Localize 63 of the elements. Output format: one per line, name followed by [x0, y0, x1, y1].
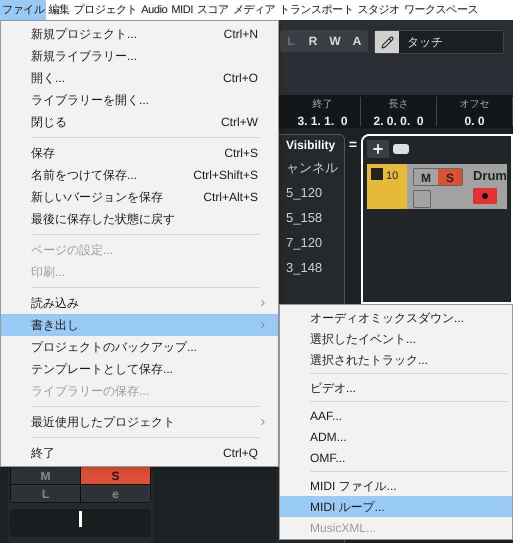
menu-item[interactable]: 終了 Ctrl+Q: [1, 442, 278, 464]
menu-item[interactable]: 書き出し: [1, 314, 278, 336]
menu-item[interactable]: OMF...: [280, 447, 512, 468]
track-list-item[interactable]: 3_148: [286, 255, 344, 280]
mixer-toggle-button[interactable]: L: [11, 485, 80, 502]
menu-item[interactable]: 最近使用したプロジェクト: [1, 411, 278, 433]
menu-bar-item[interactable]: MIDI: [169, 0, 195, 20]
info-value: 2. 0. 0. 0: [373, 113, 424, 130]
menu-bar-item[interactable]: トランスポート: [277, 0, 356, 20]
menu-bar-item[interactable]: Audio: [139, 0, 170, 20]
info-label: オフセ: [460, 98, 490, 112]
menu-item[interactable]: 新しいバージョンを保存 Ctrl+Alt+S: [1, 186, 278, 208]
menu-bar-item[interactable]: スタジオ: [355, 0, 402, 20]
menu-item[interactable]: プロジェクトのバックアップ...: [1, 336, 278, 358]
menu-item[interactable]: 新規プロジェクト... Ctrl+N: [1, 23, 278, 45]
menu-bar-item[interactable]: メディア: [230, 0, 278, 20]
menu-item[interactable]: ライブラリーを開く...: [1, 89, 278, 111]
mixer-toggle-button[interactable]: e: [81, 485, 150, 502]
menu-item[interactable]: MIDI ループ...: [280, 496, 512, 517]
menu-item[interactable]: ビデオ...: [280, 377, 512, 398]
panel-menu-glyph[interactable]: =: [348, 134, 358, 155]
info-value: 0. 0: [464, 113, 484, 130]
automation-button[interactable]: W: [324, 30, 346, 52]
automation-button[interactable]: A: [346, 30, 368, 52]
menu-item[interactable]: MIDI ファイル...: [280, 475, 512, 496]
menu-bar-item[interactable]: ワークスペース: [402, 0, 480, 20]
add-button[interactable]: [367, 140, 390, 158]
menu-bar-item[interactable]: プロジェクト: [72, 0, 140, 20]
menu-item[interactable]: テンプレートとして保存...: [1, 358, 278, 380]
track-list-item[interactable]: 7_120: [286, 230, 344, 255]
plus-icon: [371, 142, 386, 156]
record-button[interactable]: [473, 188, 498, 204]
menu-item[interactable]: 開く... Ctrl+O: [1, 67, 278, 89]
panel-tab[interactable]: Visibility: [286, 135, 344, 155]
mixer-toggle-button[interactable]: S: [81, 467, 150, 484]
checkbox[interactable]: [413, 190, 432, 208]
info-label: 長さ: [388, 98, 408, 112]
track-number: 10: [386, 169, 398, 184]
pencil-glyph: [380, 36, 394, 48]
menu-item[interactable]: オーディオミックスダウン...: [280, 307, 512, 328]
menu-item[interactable]: AAF...: [280, 405, 512, 426]
track-list-item[interactable]: 5_120: [286, 180, 344, 205]
menu-item[interactable]: 選択したイベント...: [280, 328, 512, 349]
menu-bar-item[interactable]: スコア: [194, 0, 231, 20]
menu-item[interactable]: 選択されたトラック...: [280, 349, 512, 370]
track-toggle-button[interactable]: S: [438, 169, 462, 185]
menu-item[interactable]: 名前をつけて保存... Ctrl+Shift+S: [1, 164, 278, 186]
menu-item[interactable]: ADM...: [280, 426, 512, 447]
menu-item[interactable]: 閉じる Ctrl+W: [1, 111, 278, 133]
menu-item[interactable]: 保存 Ctrl+S: [1, 142, 278, 164]
track-list-item[interactable]: ャンネル: [286, 155, 344, 180]
mixer-toggle-button[interactable]: M: [11, 467, 80, 484]
info-value: 3. 1. 1. 0: [297, 113, 348, 130]
automation-mode-dropdown[interactable]: タッチ: [374, 30, 504, 54]
menu-item[interactable]: 新規ライブラリー...: [1, 45, 278, 67]
automation-button[interactable]: R: [302, 30, 324, 52]
menu-bar-item[interactable]: 編集: [46, 0, 72, 20]
menu-item[interactable]: 読み込み: [1, 292, 278, 314]
track-name: Drum: [473, 167, 507, 185]
menu-bar-item[interactable]: ファイル: [0, 0, 46, 20]
info-label: 終了: [312, 98, 332, 112]
menu-item[interactable]: 最後に保存した状態に戻す: [1, 208, 278, 230]
track-list-item[interactable]: 5_158: [286, 205, 344, 230]
